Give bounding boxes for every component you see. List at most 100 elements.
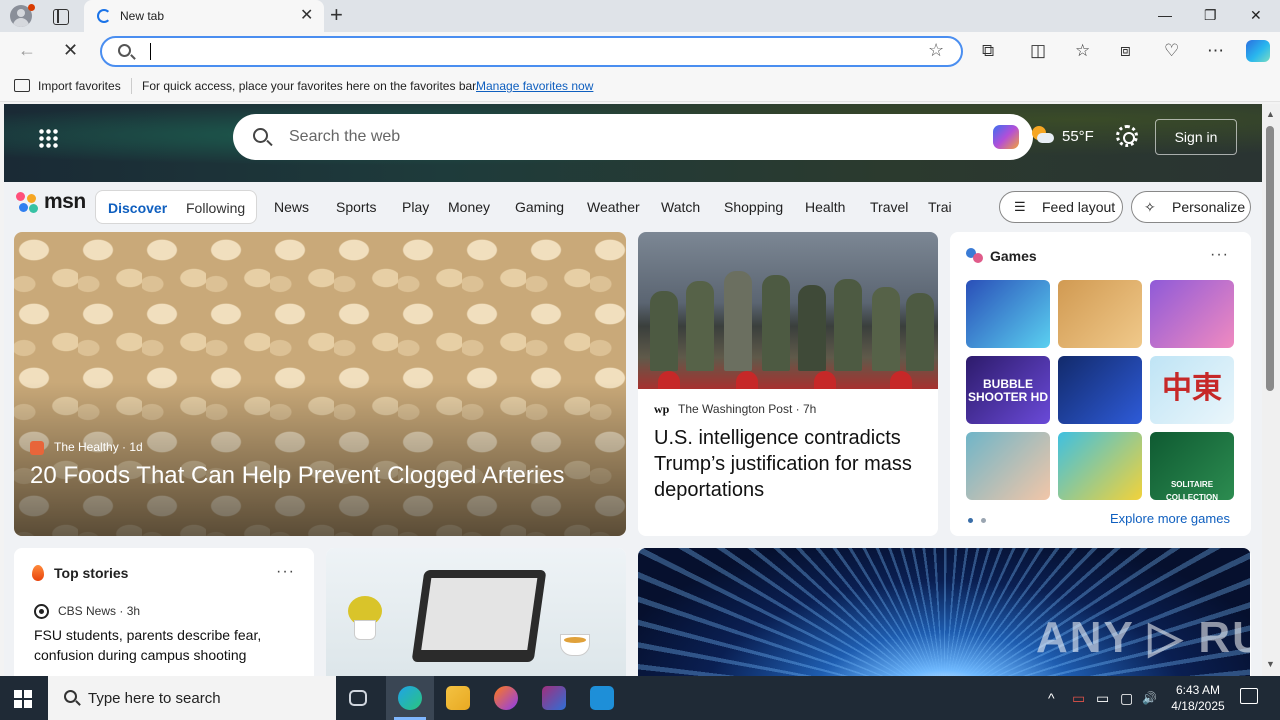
search-icon xyxy=(253,128,268,143)
more-options-icon[interactable]: ··· xyxy=(1210,246,1229,264)
add-favorite-icon[interactable]: ☆ xyxy=(928,40,944,61)
collections-icon[interactable]: ⧈ xyxy=(1120,40,1131,62)
carousel-dot[interactable] xyxy=(981,518,986,523)
nav-link-travel[interactable]: Travel xyxy=(870,199,908,215)
personalize-button[interactable]: ✧ Personalize xyxy=(1131,191,1251,223)
taskbar-app-task-view[interactable] xyxy=(334,676,382,720)
source-name: CBS News xyxy=(58,604,117,618)
manage-favorites-link[interactable]: Manage favorites now xyxy=(476,79,593,93)
weather-temperature[interactable]: 55°F xyxy=(1062,128,1094,145)
battery-icon[interactable]: ▭ xyxy=(1096,689,1109,707)
search-icon xyxy=(64,690,77,703)
tab-close-icon[interactable]: ✕ xyxy=(300,7,313,25)
new-tab-button[interactable]: + xyxy=(330,3,343,27)
taskbar-clock[interactable]: 6:43 AM 4/18/2025 xyxy=(1160,682,1236,714)
taskbar-app-file-explorer[interactable] xyxy=(434,676,482,720)
game-tile-bubble-shooter[interactable]: BUBBLE SHOOTER HD xyxy=(966,356,1050,424)
scroll-down-icon[interactable]: ▼ xyxy=(1266,659,1275,669)
top-story-headline[interactable]: FSU students, parents describe fear, con… xyxy=(34,625,304,665)
browser-essentials-icon[interactable]: ♡ xyxy=(1164,40,1179,62)
copilot-search-icon[interactable] xyxy=(993,125,1019,149)
nav-link-money[interactable]: Money xyxy=(448,199,490,215)
carousel-dot-active[interactable] xyxy=(968,518,973,523)
nav-link-play[interactable]: Play xyxy=(402,199,429,215)
washington-post-logo-icon: wp xyxy=(654,402,670,416)
source-name: The Healthy xyxy=(54,440,119,454)
fire-icon xyxy=(32,565,44,581)
hero-article-title: 20 Foods That Can Help Prevent Clogged A… xyxy=(30,462,565,489)
volume-icon[interactable]: 🔊 xyxy=(1142,689,1157,707)
game-tile-crazy-games[interactable] xyxy=(1058,432,1142,500)
favorites-icon[interactable]: ☆ xyxy=(1075,40,1090,62)
games-card: Games ··· BUBBLE SHOOTER HD 中東 SOLITAIRE C… xyxy=(950,232,1251,536)
taskbar-app-cmd-tool[interactable] xyxy=(578,676,626,720)
split-screen-icon[interactable]: ◫ xyxy=(1030,40,1046,62)
tray-app-icon[interactable]: ▭ xyxy=(1072,689,1085,707)
taskbar-app-edge[interactable] xyxy=(386,676,434,720)
web-search-box[interactable]: Search the web xyxy=(233,114,1033,160)
game-tile-makeup[interactable] xyxy=(1150,280,1234,348)
tab-new-tab[interactable]: New tab ✕ xyxy=(84,0,324,32)
nav-link-health[interactable]: Health xyxy=(805,199,845,215)
nav-link-gaming[interactable]: Gaming xyxy=(515,199,564,215)
notifications-icon[interactable] xyxy=(1240,688,1258,704)
address-bar[interactable]: ☆ xyxy=(100,36,963,67)
game-tile-doctor-game[interactable] xyxy=(966,432,1050,500)
msn-logo-text[interactable]: msn xyxy=(44,190,86,214)
scroll-up-icon[interactable]: ▲ xyxy=(1266,109,1275,119)
game-tile-mahjong[interactable]: 中東 xyxy=(1150,356,1234,424)
msn-logo-icon[interactable] xyxy=(16,192,40,214)
game-tile-block-puzzle[interactable] xyxy=(1058,356,1142,424)
laptop-article-card[interactable] xyxy=(326,548,626,676)
tab-discover[interactable]: Discover xyxy=(108,200,167,216)
game-tile-wood-screw[interactable] xyxy=(1058,280,1142,348)
windows-start-icon[interactable] xyxy=(14,690,32,708)
nav-link-trai[interactable]: Trai xyxy=(928,199,952,215)
back-button[interactable]: ← xyxy=(18,40,36,60)
source-age: 1d xyxy=(129,440,143,454)
taskbar-app-winrar[interactable] xyxy=(530,676,578,720)
hero-article-card[interactable]: The Healthy · 1d 20 Foods That Can Help … xyxy=(14,232,626,536)
game-tile-gem-puzzle[interactable] xyxy=(966,280,1050,348)
laptop-image xyxy=(411,570,547,662)
tab-actions-icon[interactable] xyxy=(50,6,70,26)
restore-button[interactable]: ❐ xyxy=(1204,6,1217,24)
top-stories-title: Top stories xyxy=(54,565,129,581)
windows-taskbar: Type here to search ^ ▭ ▭ ▢ 🔊 6:43 AM 4/… xyxy=(0,676,1280,720)
game-tile-solitaire[interactable]: SOLITAIRE COLLECTION xyxy=(1150,432,1234,500)
extensions-icon[interactable]: ⧉ xyxy=(982,40,994,62)
laptop-screen xyxy=(421,578,538,650)
minimize-button[interactable]: — xyxy=(1158,6,1172,24)
gear-icon[interactable] xyxy=(1116,125,1138,147)
stop-loading-button[interactable]: ✕ xyxy=(63,40,78,60)
news-article-card[interactable]: wp The Washington Post · 7h U.S. intelli… xyxy=(638,232,938,536)
sliders-icon: ☰ xyxy=(1014,199,1026,214)
sign-in-button[interactable]: Sign in xyxy=(1155,119,1237,155)
page-scrollbar[interactable]: ▲ ▼ xyxy=(1262,104,1280,676)
partly-cloudy-icon[interactable] xyxy=(1032,126,1054,144)
network-icon[interactable]: ▢ xyxy=(1120,689,1133,707)
nav-link-shopping[interactable]: Shopping xyxy=(724,199,783,215)
settings-and-more-icon[interactable]: ⋯ xyxy=(1207,40,1224,62)
feed-layout-button[interactable]: ☰ Feed layout xyxy=(999,191,1123,223)
more-options-icon[interactable]: ··· xyxy=(276,563,295,581)
chevron-up-icon[interactable]: ^ xyxy=(1048,689,1055,707)
winrar-icon xyxy=(542,686,566,710)
nav-link-watch[interactable]: Watch xyxy=(661,199,700,215)
game-tile-label: SOLITAIRE COLLECTION xyxy=(1166,480,1218,500)
nav-link-weather[interactable]: Weather xyxy=(587,199,640,215)
copilot-icon[interactable] xyxy=(1246,40,1270,62)
explore-more-games-link[interactable]: Explore more games xyxy=(1110,511,1230,526)
taskbar-search-box[interactable]: Type here to search xyxy=(48,676,336,720)
import-favorites-button[interactable]: Import favorites xyxy=(38,79,121,93)
nav-link-sports[interactable]: Sports xyxy=(336,199,376,215)
tab-following[interactable]: Following xyxy=(186,200,245,216)
news-article-title: U.S. intelligence contradicts Trump’s ju… xyxy=(654,427,912,501)
nav-link-news[interactable]: News xyxy=(274,199,309,215)
app-launcher-icon[interactable] xyxy=(38,128,58,148)
taskbar-app-firefox[interactable] xyxy=(482,676,530,720)
scrollbar-thumb[interactable] xyxy=(1266,126,1274,391)
close-window-button[interactable]: ✕ xyxy=(1250,6,1262,24)
import-favorites-icon[interactable] xyxy=(14,79,30,92)
fiber-article-card[interactable]: ANY ▷ RUN xyxy=(638,548,1251,676)
